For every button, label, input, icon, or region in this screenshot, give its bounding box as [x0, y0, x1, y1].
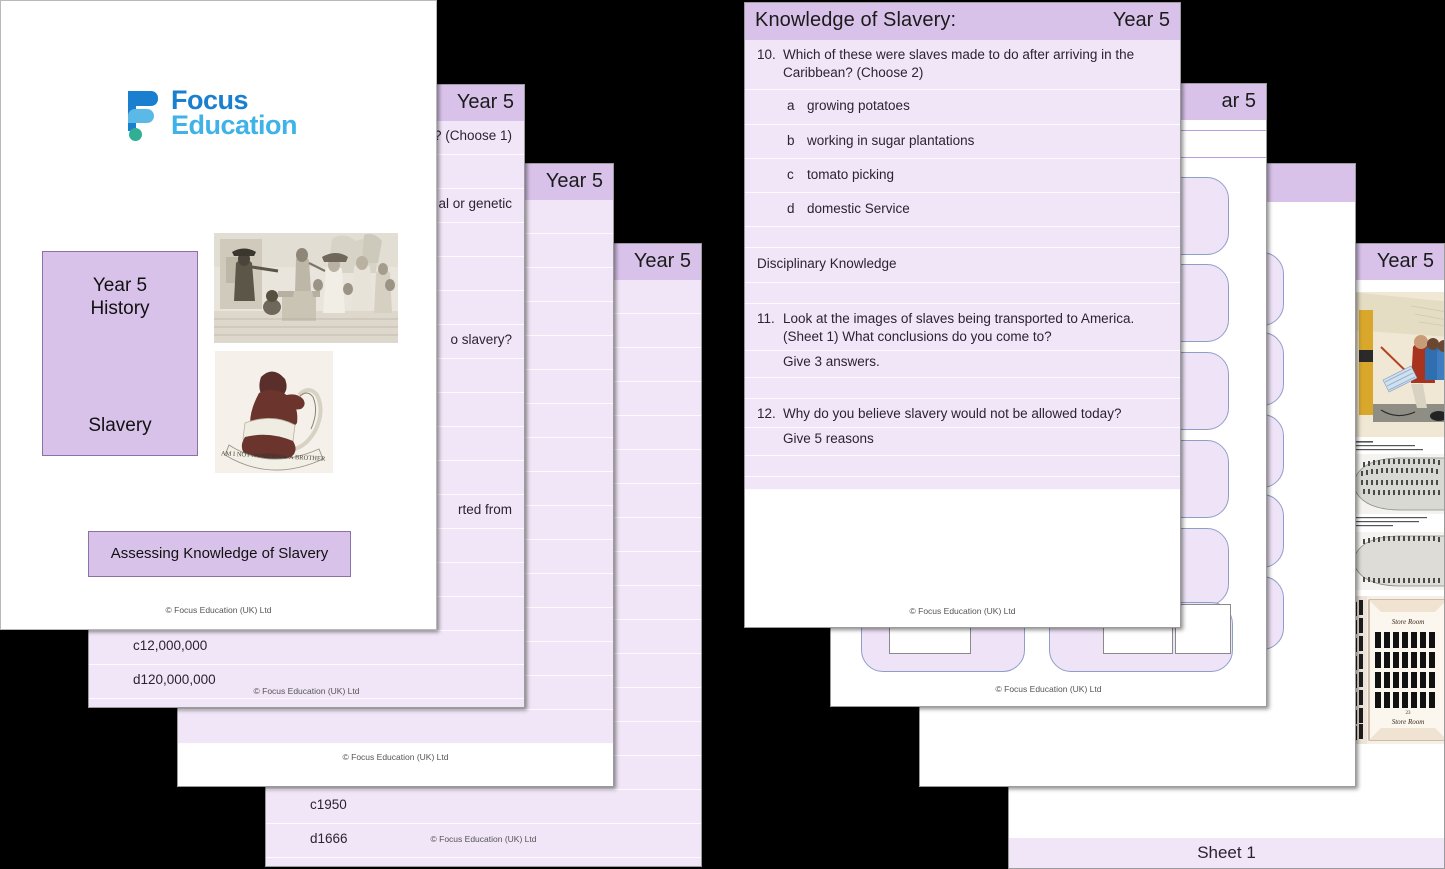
cover-subtitle: Assessing Knowledge of Slavery — [110, 544, 329, 562]
doc6-year-fragment: ar 5 — [1221, 89, 1256, 112]
option-letter: a — [787, 98, 795, 114]
cover-title-lines: Year 5 History — [90, 274, 149, 320]
option-text: tomato picking — [807, 166, 895, 182]
logo-dot-green — [129, 128, 142, 141]
cover-title-year: Year 5 — [92, 275, 148, 296]
option-row[interactable]: c tomato picking — [745, 158, 1180, 194]
row-blank — [266, 858, 701, 866]
option-letter: d — [133, 672, 141, 687]
doc5-title: Knowledge of Slavery: — [755, 9, 957, 31]
sheet1-illustration-ship-deck — [1351, 292, 1444, 437]
open-question-sub-row: Give 5 reasons — [745, 428, 1180, 456]
option-text: domestic Service — [807, 201, 910, 217]
sheet1-illustration-ship-plan-2 — [1351, 532, 1444, 590]
sheet1-illustration-ship-plan-1 — [1351, 454, 1444, 514]
option-row[interactable]: d domestic Service — [745, 193, 1180, 228]
doc2-year-label: Year 5 — [456, 90, 514, 113]
answer-cell[interactable] — [1175, 604, 1231, 654]
row-blank — [178, 710, 613, 744]
doc5-year-label: Year 5 — [1112, 9, 1170, 31]
open-question-row: 12. Why do you believe slavery would not … — [745, 399, 1180, 429]
doc8-year-label: Year 5 — [1376, 249, 1434, 272]
sheet-label: Sheet 1 — [1009, 838, 1444, 868]
doc3-footer: © Focus Education (UK) Ltd — [342, 752, 449, 762]
screenshot-stage: Year 5 Store Room Store Room 23 Sheet 1 … — [0, 0, 1445, 869]
option-letter: c — [133, 638, 140, 653]
open-question-row: 11. Look at the images of slaves being tr… — [745, 303, 1180, 351]
question-text: Which of these were slaves made to do af… — [783, 47, 1135, 81]
sheet1-caption-2 — [1351, 516, 1444, 533]
illustration-slave-auction — [214, 233, 398, 343]
cover-title-topic: Slavery — [88, 415, 152, 436]
option-letter: c — [787, 166, 794, 182]
cover-title-subject: History — [90, 298, 150, 320]
question-text: Look at the images of slaves being trans… — [783, 310, 1135, 344]
sheet1-illustration-store-room: Store Room Store Room 23 — [1351, 596, 1444, 744]
row-spacer — [745, 378, 1180, 400]
row-blank — [89, 699, 524, 707]
doc2-fragment-2: al or genetic — [438, 196, 512, 211]
doc2-fragment-1: ? (Choose 1) — [433, 128, 512, 143]
document-cover[interactable]: Focus Education Year 5 History Slavery A… — [0, 0, 437, 630]
option-row[interactable]: c1950 — [266, 790, 701, 824]
open-question-sub-row: Give 3 answers. — [745, 350, 1180, 379]
question-text: Why do you believe slavery would not be … — [783, 406, 1122, 422]
option-row[interactable]: c12,000,000 — [89, 631, 524, 665]
question-sub-text: Give 5 reasons — [783, 431, 874, 447]
option-text: 1950 — [316, 797, 347, 812]
logo-bar-light-blue — [128, 109, 154, 123]
option-letter: c — [310, 797, 317, 812]
row-spacer — [745, 227, 1180, 249]
logo-bar-dark-blue — [128, 91, 158, 106]
doc4-footer: © Focus Education (UK) Ltd — [430, 834, 537, 844]
option-text: 120,000,000 — [140, 672, 216, 687]
question-row: 10. Which of these were slaves made to do… — [745, 40, 1180, 91]
focus-education-logo: Focus Education — [126, 85, 316, 151]
row-spacer — [745, 476, 1180, 490]
cover-title-box: Year 5 History Slavery — [42, 251, 198, 456]
logo-word-education: Education — [171, 110, 298, 140]
svg-text:Store Room: Store Room — [1392, 718, 1425, 726]
illustration-am-i-not-a-man-and-a-brother: AM I NOT A MAN AND A BROTHER — [215, 351, 333, 473]
question-number: 12. — [757, 406, 776, 422]
doc4-year-label: Year 5 — [633, 249, 691, 272]
cover-subtitle-box: Assessing Knowledge of Slavery — [88, 531, 351, 577]
option-letter: d — [787, 201, 795, 217]
option-text: working in sugar plantations — [807, 132, 975, 148]
doc6-footer: © Focus Education (UK) Ltd — [995, 684, 1102, 694]
doc2-fragment-3: o slavery? — [450, 332, 512, 347]
doc5-footer: © Focus Education (UK) Ltd — [909, 606, 1016, 616]
doc3-year-label: Year 5 — [545, 169, 603, 192]
doc2-fragment-4: rted from — [457, 502, 512, 517]
logo-f-mark-icon — [126, 91, 158, 149]
doc5-header: Knowledge of Slavery: Year 5 — [745, 3, 1180, 40]
document-knowledge-of-slavery[interactable]: Knowledge of Slavery: Year 5 10. Which of… — [744, 2, 1181, 628]
row-spacer — [745, 455, 1180, 477]
svg-text:Store Room: Store Room — [1392, 618, 1425, 626]
svg-text:23: 23 — [1406, 711, 1412, 716]
option-row[interactable]: b working in sugar plantations — [745, 124, 1180, 159]
doc2-footer: © Focus Education (UK) Ltd — [253, 686, 360, 696]
option-text: growing potatoes — [807, 98, 910, 114]
question-number: 10. — [757, 47, 776, 62]
option-row[interactable]: a growing potatoes — [745, 90, 1180, 125]
sheet1-caption-1 — [1351, 440, 1444, 455]
question-number: 11. — [757, 310, 775, 326]
row-spacer — [745, 282, 1180, 304]
question-sub-text: Give 3 answers. — [783, 353, 880, 369]
option-text: 12,000,000 — [139, 638, 208, 653]
section-heading-row: Disciplinary Knowledge — [745, 248, 1180, 283]
section-heading: Disciplinary Knowledge — [757, 256, 897, 272]
cover-footer: © Focus Education (UK) Ltd — [165, 605, 272, 615]
option-letter: b — [787, 132, 795, 148]
